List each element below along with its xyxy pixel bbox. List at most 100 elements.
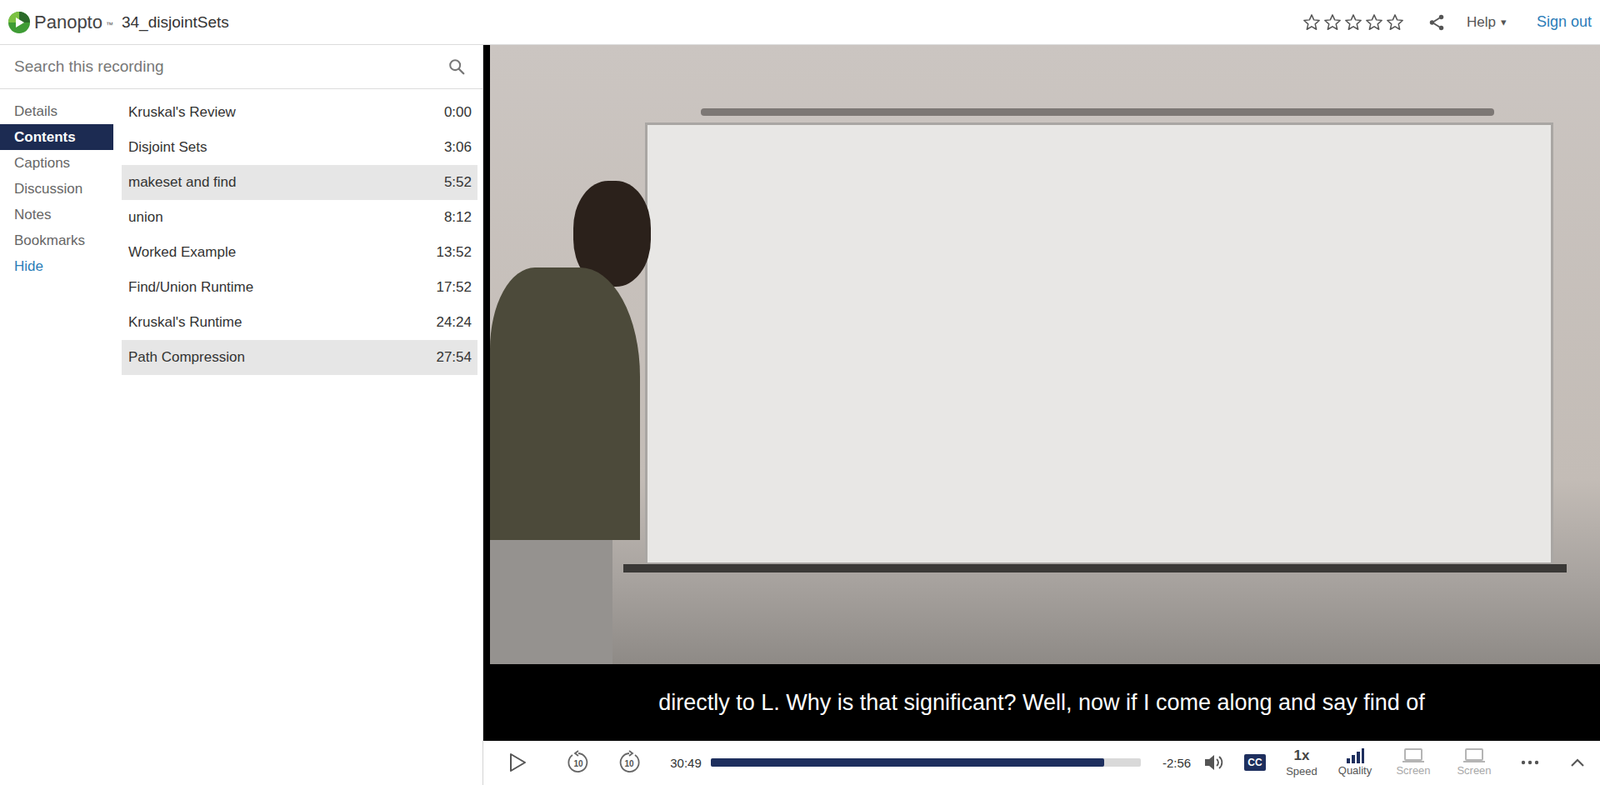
rewind-button[interactable]: 10 [561,750,595,775]
star-icon[interactable] [1323,13,1342,32]
sidebar-tabs: DetailsContentsCaptionsDiscussionNotesBo… [0,89,114,785]
quality-icon [1345,748,1365,764]
contents-time: 24:24 [435,314,472,331]
contents-time: 13:52 [435,244,472,261]
recording-title: 34_disjointSets [121,13,230,32]
sidebar-tab[interactable]: Captions [0,150,114,176]
svg-text:10: 10 [573,759,584,769]
help-label: Help [1466,14,1496,31]
elapsed-time: 30:49 [666,755,705,770]
sidebar-tab[interactable]: Bookmarks [0,227,114,254]
contents-item[interactable]: union 8:12 [121,200,478,235]
search-bar [0,45,483,90]
captions-button[interactable]: CC [1240,754,1270,771]
sidebar-tab[interactable]: Contents [0,124,114,150]
speed-button[interactable]: 1xSpeed [1280,747,1323,778]
screen-button[interactable]: Screen [1450,748,1498,777]
chevron-up-icon [1570,757,1585,768]
search-input[interactable] [12,56,448,77]
rating-stars[interactable] [1302,13,1405,32]
contents-title: Disjoint Sets [128,139,207,156]
contents-time: 0:00 [444,104,472,121]
forward-button[interactable]: 10 [612,750,646,775]
video-player: directly to L. Why is that significant? … [483,45,1600,785]
sidebar-tab[interactable]: Notes [0,201,114,228]
whiteboard-tray [623,564,1567,573]
search-icon[interactable] [447,57,466,76]
quality-button[interactable]: Quality [1331,748,1379,777]
main: DetailsContentsCaptionsDiscussionNotesBo… [0,45,1600,785]
screen-icon [1402,748,1425,764]
contents-item[interactable]: Worked Example 13:52 [121,235,478,270]
sidebar-tab[interactable]: Discussion [0,175,114,202]
play-button[interactable] [500,752,535,773]
contents-list: Kruskal's Review 0:00 Disjoint Sets 3:06 mak… [113,89,483,785]
contents-item[interactable]: Find/Union Runtime 17:52 [121,270,478,305]
screen-icon [1463,748,1485,764]
sidebar-tab[interactable]: Details [0,98,114,125]
contents-title: makeset and find [128,174,236,191]
contents-item[interactable]: Kruskal's Review 0:00 [121,95,478,130]
play-icon [508,752,527,773]
contents-item[interactable]: makeset and find 5:52 [121,165,478,200]
speed-label: Speed [1285,765,1318,778]
presenter-body [490,267,640,540]
volume-button[interactable] [1201,752,1227,773]
screen-label: Screen [1456,764,1491,777]
contents-title: Kruskal's Review [128,104,236,121]
caption-text: directly to L. Why is that significant? … [658,690,1425,716]
panopto-viewer: Panopto™ 34_disjointSets Help ▾ Sign out Deta… [0,0,1600,785]
cc-label: CC [1244,754,1265,771]
caption-bar: directly to L. Why is that significant? … [483,664,1600,741]
rewind-icon: 10 [565,750,591,775]
presenter-legs [490,540,613,665]
whiteboard [645,122,1554,565]
whiteboard-rail [700,108,1495,116]
share-icon[interactable] [1427,13,1446,32]
panopto-logo-icon [7,10,31,35]
contents-time: 5:52 [444,174,472,191]
brand-name: Panopto [34,11,103,34]
forward-icon: 10 [616,750,642,775]
help-caret: ▾ [1500,15,1507,29]
volume-icon [1203,752,1225,773]
contents-item[interactable]: Kruskal's Runtime 24:24 [121,305,478,340]
contents-time: 17:52 [435,279,472,296]
screen-button[interactable]: Screen [1390,748,1437,777]
contents-time: 3:06 [444,139,472,156]
contents-time: 8:12 [444,209,472,226]
contents-title: Find/Union Runtime [128,279,254,296]
contents-title: Kruskal's Runtime [128,314,242,331]
speed-value: 1x [1294,747,1310,765]
contents-item[interactable]: Disjoint Sets 3:06 [121,130,478,165]
progress-fill [710,758,1105,767]
more-button[interactable] [1517,760,1543,765]
expand-button[interactable] [1565,757,1590,768]
sidebar: DetailsContentsCaptionsDiscussionNotesBo… [0,45,484,785]
top-actions: Help ▾ Sign out [1302,13,1600,32]
control-bar: 10 10 30:49 -2:56 CC 1xSpeed Quality Screen Scre… [483,740,1600,785]
contents-title: union [128,209,164,226]
video-area[interactable] [483,45,1600,665]
contents-item[interactable]: Path Compression 27:54 [121,340,478,375]
star-icon[interactable] [1385,13,1405,32]
star-icon[interactable] [1365,13,1384,32]
screen-label: Screen [1395,764,1430,777]
svg-text:10: 10 [624,759,635,769]
star-icon[interactable] [1344,13,1363,32]
contents-title: Path Compression [128,349,245,366]
brand[interactable]: Panopto™ [7,10,114,35]
sign-out-link[interactable]: Sign out [1536,13,1592,31]
video-frame [490,45,1600,665]
top-bar: Panopto™ 34_disjointSets Help ▾ Sign out [0,0,1600,45]
remaining-time: -2:56 [1159,755,1195,770]
contents-title: Worked Example [128,244,236,261]
sidebar-content: DetailsContentsCaptionsDiscussionNotesBo… [0,89,483,785]
contents-time: 27:54 [435,349,472,366]
help-menu[interactable]: Help ▾ [1466,14,1507,31]
progress-bar[interactable] [710,758,1141,767]
sidebar-tab[interactable]: Hide [0,253,114,280]
quality-label: Quality [1338,764,1372,777]
star-icon[interactable] [1302,13,1321,32]
trademark: ™ [105,20,114,30]
